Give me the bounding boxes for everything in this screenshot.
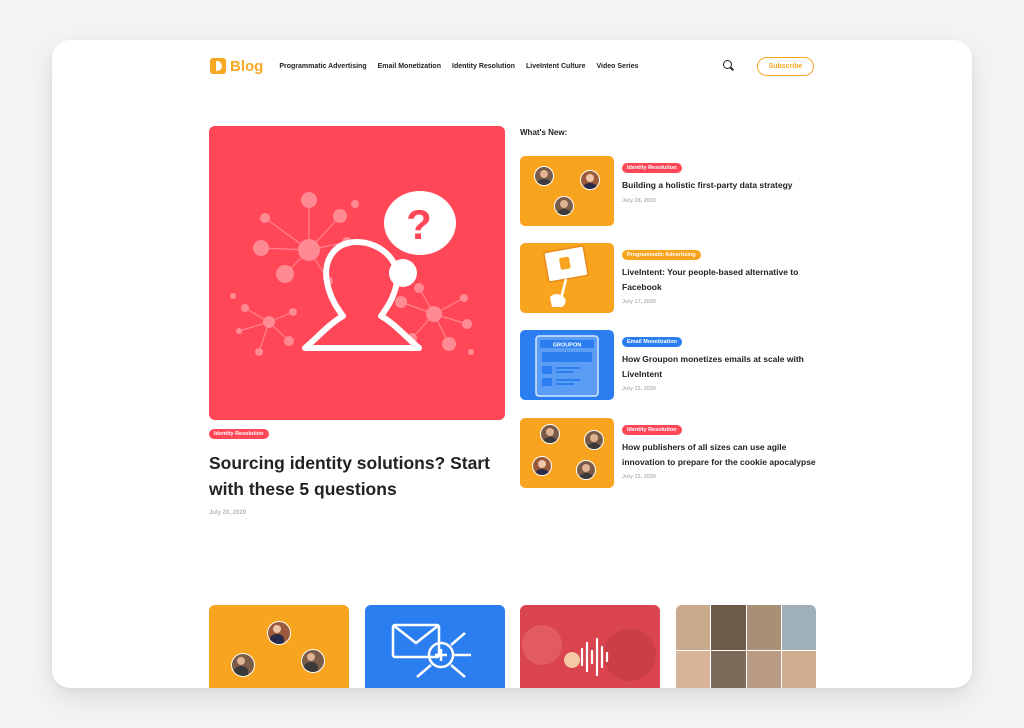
question-mark: ? [406,201,432,248]
category-tag[interactable]: Identity Resolution [622,425,682,435]
protest-sign-illustration [543,245,589,307]
logo-text: Blog [230,57,264,75]
article-title[interactable]: Building a holistic first-party data str… [622,178,822,193]
nav-identity-resolution[interactable]: Identity Resolution [452,63,515,70]
groupon-label: GROUPON [553,343,581,349]
site-header: Blog Programmatic Advertising Email Mone… [210,52,814,80]
search-icon[interactable] [723,60,735,72]
avatar [267,621,291,645]
article-date: July 28, 2020 [622,197,656,204]
category-tag[interactable]: Identity Resolution [622,163,682,173]
avatar [554,196,574,216]
nav-programmatic-advertising[interactable]: Programmatic Advertising [279,63,366,70]
article-title[interactable]: How publishers of all sizes can use agil… [622,440,822,469]
logo-icon [210,58,226,74]
nav-video-series[interactable]: Video Series [597,63,639,70]
identity-illustration: ? [230,191,474,356]
article-title[interactable]: How Groupon monetizes emails at scale wi… [622,352,822,381]
groupon-email-illustration: GROUPON [535,335,599,397]
avatar [580,170,600,190]
category-tag[interactable]: Programmatic Advertising [622,250,701,260]
subscribe-button[interactable]: Subscribe [757,56,814,76]
article-title[interactable]: LiveIntent: Your people-based alternativ… [622,265,822,294]
podcast-soundwave-icon [522,625,656,681]
hero-date: July 20, 2020 [209,510,247,516]
article-date: July 15, 2020 [622,386,656,392]
avatar [532,456,552,476]
blog-logo[interactable]: Blog [210,58,263,75]
article-thumbnail[interactable] [520,156,614,226]
article-card[interactable] [365,605,505,688]
avatar [584,430,604,450]
article-thumbnail[interactable] [520,243,614,313]
article-date: July 17, 2020 [622,299,656,305]
avatar [231,653,255,677]
video-call-grid [676,605,816,688]
article-thumbnail[interactable] [520,418,614,488]
hero-title[interactable]: Sourcing identity solutions? Start with … [209,450,509,502]
email-share-icon [391,623,471,678]
article-date: July 15, 2020 [622,474,656,480]
avatar [534,166,554,186]
browser-frame: Blog Programmatic Advertising Email Mone… [52,40,972,688]
article-thumbnail[interactable]: GROUPON [520,330,614,400]
avatar [540,424,560,444]
whats-new-heading: What's New: [520,128,568,137]
avatar [301,649,325,673]
avatar [576,460,596,480]
nav-email-monetization[interactable]: Email Monetization [378,63,441,70]
article-card[interactable] [520,605,660,688]
nav-liveintent-culture[interactable]: LiveIntent Culture [526,63,586,70]
hero-image[interactable]: ? [209,126,505,420]
hero-category-tag[interactable]: Identity Resolution [209,429,269,439]
article-card[interactable] [209,605,349,688]
article-card[interactable] [676,605,816,688]
category-tag[interactable]: Email Monetization [622,337,682,347]
main-nav: Programmatic Advertising Email Monetizat… [279,63,638,70]
